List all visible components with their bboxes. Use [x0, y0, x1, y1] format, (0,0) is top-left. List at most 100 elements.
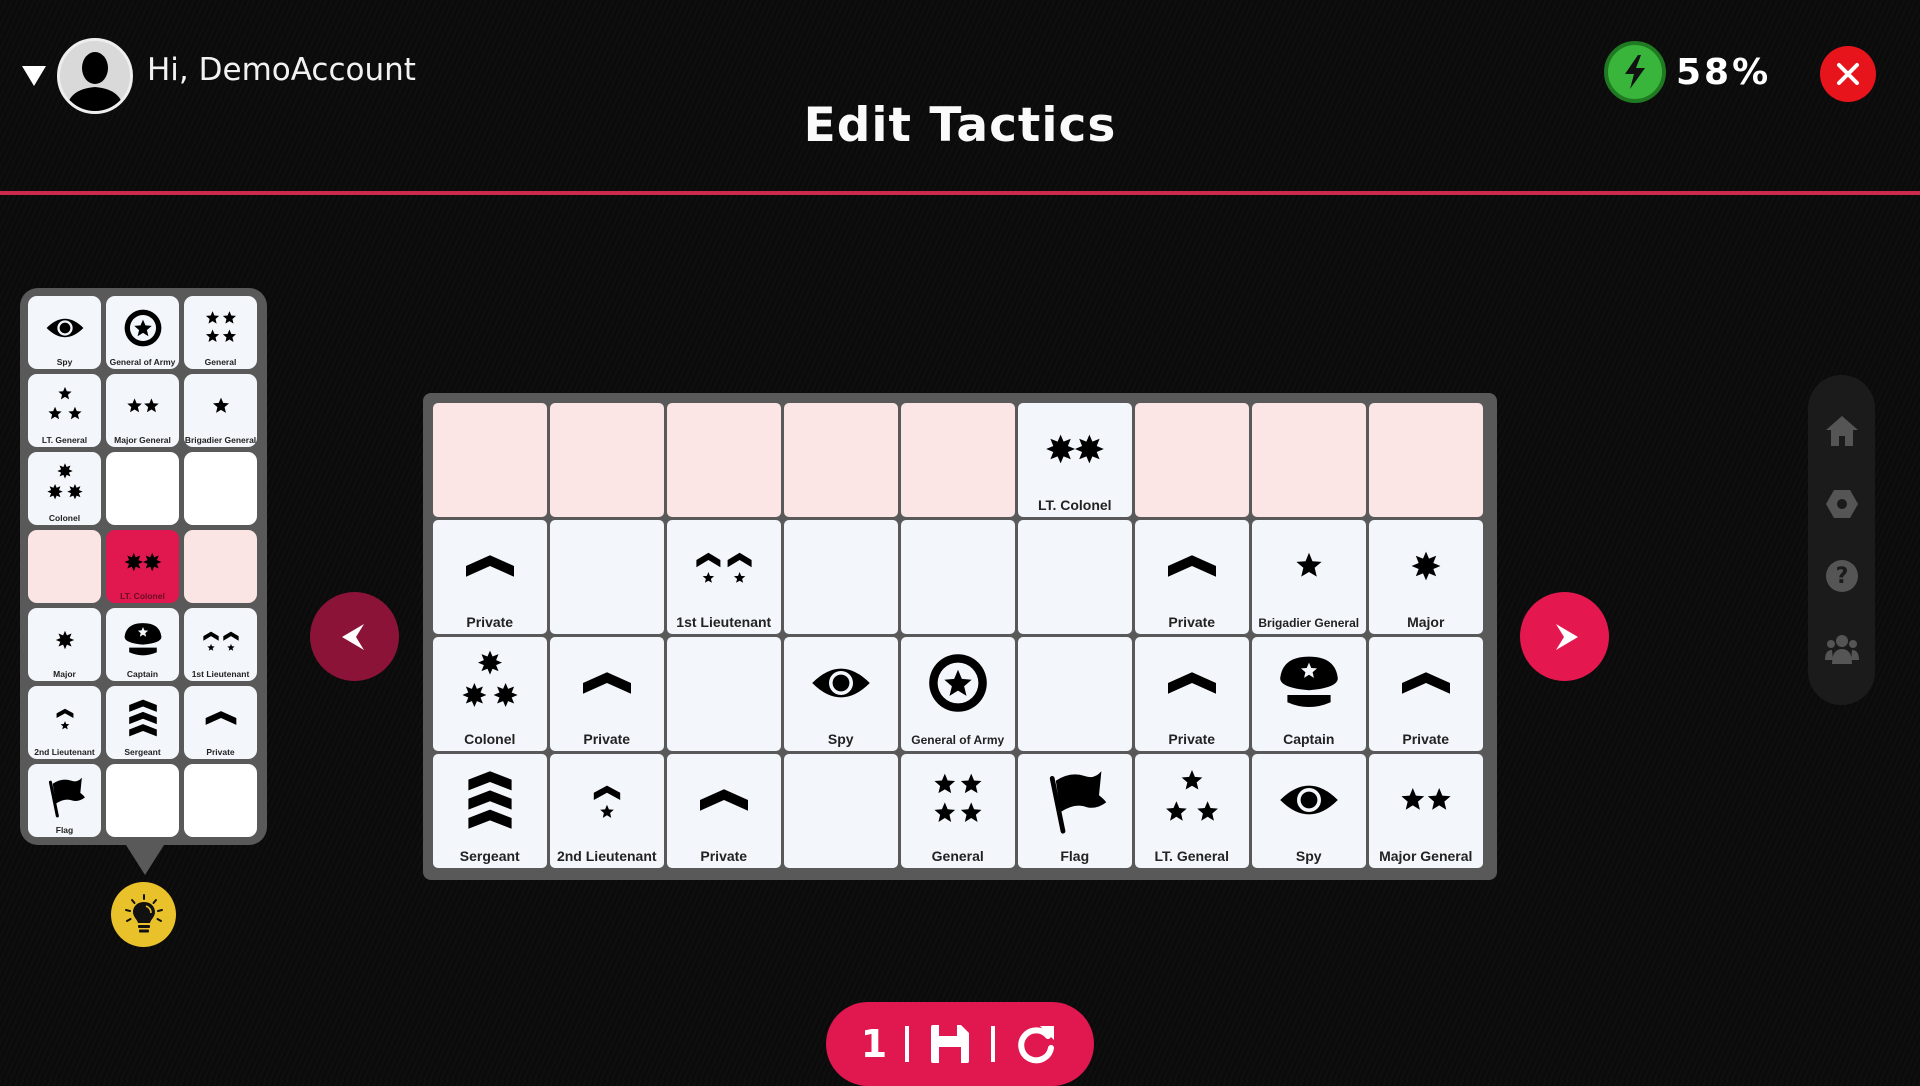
side-navigation: ?: [1808, 375, 1875, 705]
board-cell-spy[interactable]: Spy: [1252, 754, 1366, 868]
piece-label: Brigadier General: [1258, 615, 1360, 630]
piece-label: Major General: [114, 435, 171, 445]
board-cell-major-general[interactable]: Major General: [1369, 754, 1483, 868]
board-cell-lt-general[interactable]: LT. General: [1135, 754, 1249, 868]
palette-cell-empty[interactable]: [28, 530, 101, 603]
piece-label: Private: [1168, 730, 1216, 747]
board-cell-empty[interactable]: [550, 403, 664, 517]
piece-label: Major: [1407, 613, 1445, 630]
user-menu-toggle[interactable]: [22, 66, 46, 86]
palette-cell-major[interactable]: Major: [28, 608, 101, 681]
board-cell-empty[interactable]: [1018, 637, 1132, 751]
board-cell-spy[interactable]: Spy: [784, 637, 898, 751]
piece-label: 1st Lieutenant: [191, 669, 250, 679]
palette-cell-brigadier-general[interactable]: Brigadier General: [184, 374, 257, 447]
board-cell-2nd-lieutenant[interactable]: 2nd Lieutenant: [550, 754, 664, 868]
energy-percent: 58%: [1676, 52, 1772, 93]
previous-button[interactable]: [310, 592, 399, 681]
palette-cell-captain[interactable]: Captain: [106, 608, 179, 681]
board-cell-private[interactable]: Private: [433, 520, 547, 634]
nav-settings-button[interactable]: [1822, 484, 1862, 524]
board-cell-flag[interactable]: Flag: [1018, 754, 1132, 868]
palette-cell-spy[interactable]: Spy: [28, 296, 101, 369]
piece-label: 2nd Lieutenant: [34, 747, 95, 757]
board-cell-private[interactable]: Private: [1135, 520, 1249, 634]
energy-icon: [1604, 41, 1666, 103]
board-cell-general-of-army[interactable]: General of Army: [901, 637, 1015, 751]
board-cell-empty[interactable]: [901, 520, 1015, 634]
palette-cell-empty[interactable]: [184, 530, 257, 603]
piece-label: 2nd Lieutenant: [556, 847, 657, 864]
board-cell-empty[interactable]: [1369, 403, 1483, 517]
tactics-board: LT. Colonel Private 1st Lieutenant Private B…: [423, 393, 1497, 880]
board-cell-empty[interactable]: [784, 403, 898, 517]
board-cell-empty[interactable]: [901, 403, 1015, 517]
palette-cell-colonel[interactable]: Colonel: [28, 452, 101, 525]
lt-general-icon: [47, 386, 82, 419]
nav-help-button[interactable]: ?: [1822, 556, 1862, 596]
palette-cell-lt-colonel[interactable]: LT. Colonel: [106, 530, 179, 603]
piece-label: Private: [1168, 613, 1216, 630]
nav-home-button[interactable]: [1822, 411, 1862, 451]
board-cell-private[interactable]: Private: [667, 754, 781, 868]
major-icon: [1411, 551, 1441, 581]
save-button[interactable]: [927, 1021, 973, 1067]
piece-label: Private: [700, 847, 748, 864]
board-cell-lt-colonel[interactable]: LT. Colonel: [1018, 403, 1132, 517]
board-cell-empty[interactable]: [667, 637, 781, 751]
colonel-icon: [46, 462, 83, 499]
piece-label: Spy: [1295, 847, 1322, 864]
palette-cell-2nd-lieutenant[interactable]: 2nd Lieutenant: [28, 686, 101, 759]
palette-cell-general-of-army[interactable]: General of Army: [106, 296, 179, 369]
settings-icon: [1825, 489, 1858, 518]
piece-label: Captain: [1283, 730, 1335, 747]
major-general-icon: [126, 397, 159, 412]
palette-cell-1st-lieutenant[interactable]: 1st Lieutenant: [184, 608, 257, 681]
board-cell-sergeant[interactable]: Sergeant: [433, 754, 547, 868]
board-cell-empty[interactable]: [667, 403, 781, 517]
piece-label: Major: [53, 669, 76, 679]
board-cell-colonel[interactable]: Colonel: [433, 637, 547, 751]
piece-label: General of Army: [109, 357, 176, 367]
board-cell-empty[interactable]: [1018, 520, 1132, 634]
general-of-army-icon: [928, 653, 987, 712]
board-cell-private[interactable]: Private: [550, 637, 664, 751]
board-cell-major[interactable]: Major: [1369, 520, 1483, 634]
lt-colonel-icon: [1045, 434, 1104, 464]
piece-label: Captain: [126, 669, 159, 679]
palette-cell-lt-general[interactable]: LT. General: [28, 374, 101, 447]
board-cell-empty[interactable]: [784, 754, 898, 868]
piece-label: LT. General: [1154, 847, 1229, 864]
piece-label: Flag: [1060, 847, 1090, 864]
piece-label: Brigadier General: [184, 435, 257, 445]
board-cell-general[interactable]: General: [901, 754, 1015, 868]
palette-cell-empty[interactable]: [106, 764, 179, 837]
private-icon: [205, 710, 236, 725]
piece-label: Colonel: [464, 730, 516, 747]
hint-button[interactable]: [111, 882, 176, 947]
board-cell-brigadier-general[interactable]: Brigadier General: [1252, 520, 1366, 634]
palette-cell-flag[interactable]: Flag: [28, 764, 101, 837]
next-button[interactable]: [1520, 592, 1609, 681]
palette-cell-general[interactable]: General: [184, 296, 257, 369]
palette-cell-empty[interactable]: [106, 452, 179, 525]
board-cell-captain[interactable]: Captain: [1252, 637, 1366, 751]
board-cell-empty[interactable]: [1135, 403, 1249, 517]
board-cell-empty[interactable]: [1252, 403, 1366, 517]
board-cell-empty[interactable]: [433, 403, 547, 517]
palette-cell-empty[interactable]: [184, 764, 257, 837]
private-icon: [465, 554, 514, 577]
palette-cell-private[interactable]: Private: [184, 686, 257, 759]
palette-cell-major-general[interactable]: Major General: [106, 374, 179, 447]
board-cell-empty[interactable]: [550, 520, 664, 634]
board-cell-1st-lieutenant[interactable]: 1st Lieutenant: [667, 520, 781, 634]
close-button[interactable]: [1820, 46, 1876, 102]
board-cell-empty[interactable]: [784, 520, 898, 634]
palette-cell-sergeant[interactable]: Sergeant: [106, 686, 179, 759]
palette-cell-empty[interactable]: [184, 452, 257, 525]
board-cell-private[interactable]: Private: [1369, 637, 1483, 751]
reset-button[interactable]: [1013, 1021, 1059, 1067]
nav-community-button[interactable]: [1822, 629, 1862, 669]
colonel-icon: [462, 650, 518, 707]
board-cell-private[interactable]: Private: [1135, 637, 1249, 751]
